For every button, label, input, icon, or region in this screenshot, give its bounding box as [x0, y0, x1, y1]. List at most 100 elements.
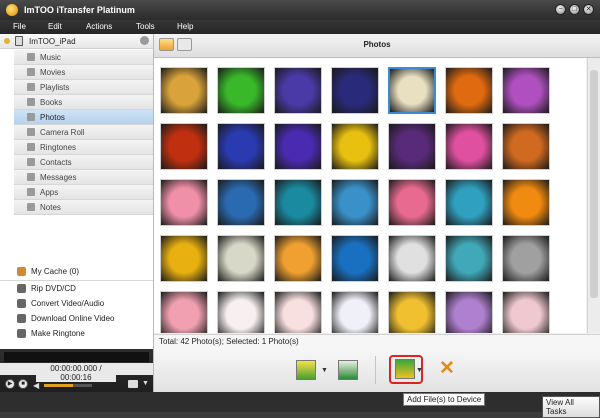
- chevron-down-icon[interactable]: ▼: [142, 380, 149, 387]
- sidebar-item-messages[interactable]: Messages: [14, 170, 153, 185]
- photo-thumbnail[interactable]: [331, 123, 379, 170]
- device-row[interactable]: ImTOO_iPad: [0, 34, 153, 49]
- menu-bar: File Edit Actions Tools Help: [0, 20, 600, 34]
- sidebar-item-label: Camera Roll: [40, 128, 85, 137]
- tool-download[interactable]: Download Online Video: [0, 311, 153, 325]
- photo-thumbnail[interactable]: [331, 235, 379, 282]
- media-player: 00:00:00.000 / 00:00:16 ▶ ■ ◀ ▼: [0, 349, 153, 392]
- play-button[interactable]: ▶: [5, 379, 15, 389]
- photo-thumbnail[interactable]: [274, 179, 322, 226]
- tool-label: Convert Video/Audio: [31, 299, 105, 308]
- chevron-down-icon[interactable]: ▼: [321, 367, 328, 374]
- photo-thumbnail[interactable]: [160, 235, 208, 282]
- sidebar-item-label: Books: [40, 98, 63, 107]
- photo-icon: [27, 113, 35, 121]
- photo-thumbnail[interactable]: [160, 291, 208, 333]
- photo-thumbnail[interactable]: [217, 67, 265, 114]
- tool-convert[interactable]: Convert Video/Audio: [0, 296, 153, 310]
- tool-label: Download Online Video: [31, 314, 115, 323]
- action-toolbar: ▼ ▼ ✕: [154, 348, 600, 392]
- sidebar-item-music[interactable]: Music: [14, 50, 153, 65]
- movie-icon: [27, 68, 35, 76]
- cache-label: My Cache (0): [31, 267, 80, 276]
- photo-thumbnail[interactable]: [445, 291, 493, 333]
- photo-thumbnail[interactable]: [274, 67, 322, 114]
- contacts-icon: [27, 158, 35, 166]
- photo-thumbnail[interactable]: [502, 179, 550, 226]
- photo-thumbnail[interactable]: [274, 123, 322, 170]
- export-to-itunes-button[interactable]: [338, 360, 358, 380]
- tool-ringtone[interactable]: Make Ringtone: [0, 326, 153, 340]
- my-cache[interactable]: My Cache (0): [0, 264, 153, 278]
- sidebar-item-ringtones[interactable]: Ringtones: [14, 140, 153, 155]
- photo-thumbnail[interactable]: [217, 235, 265, 282]
- chevron-down-icon[interactable]: ▼: [416, 367, 423, 374]
- notes-icon: [27, 203, 35, 211]
- volume-slider[interactable]: [44, 384, 92, 387]
- photo-thumbnail[interactable]: [274, 291, 322, 333]
- sidebar-item-camera-roll[interactable]: Camera Roll: [14, 125, 153, 140]
- disc-icon: [17, 284, 26, 293]
- sidebar-item-books[interactable]: Books: [14, 95, 153, 110]
- view-all-tasks-button[interactable]: View All Tasks: [542, 396, 600, 418]
- bottom-bar: [0, 392, 600, 412]
- photo-thumbnail[interactable]: [445, 179, 493, 226]
- photo-thumbnail[interactable]: [388, 235, 436, 282]
- camera-icon: [27, 128, 35, 136]
- title-bar: ImTOO iTransfer Platinum − □ ✕: [0, 0, 600, 20]
- expand-device-icon[interactable]: [4, 38, 10, 44]
- scrollbar-thumb[interactable]: [590, 70, 598, 298]
- maximize-button[interactable]: □: [569, 4, 580, 15]
- photo-thumbnail[interactable]: [160, 179, 208, 226]
- photo-thumbnail[interactable]: [445, 123, 493, 170]
- photo-thumbnail[interactable]: [388, 67, 436, 114]
- menu-actions[interactable]: Actions: [86, 22, 112, 31]
- app-logo-icon: [6, 4, 18, 16]
- photo-thumbnail[interactable]: [274, 235, 322, 282]
- menu-edit[interactable]: Edit: [48, 22, 62, 31]
- photo-thumbnail[interactable]: [217, 123, 265, 170]
- delete-button[interactable]: ✕: [439, 358, 459, 380]
- stop-button[interactable]: ■: [18, 379, 28, 389]
- photo-thumbnail[interactable]: [502, 291, 550, 333]
- photo-thumbnail[interactable]: [502, 123, 550, 170]
- photo-thumbnail[interactable]: [217, 179, 265, 226]
- photo-thumbnail[interactable]: [217, 291, 265, 333]
- sidebar-item-playlists[interactable]: Playlists: [14, 80, 153, 95]
- page-title: Photos: [363, 40, 391, 49]
- photo-thumbnail[interactable]: [331, 67, 379, 114]
- photo-grid: [154, 58, 586, 333]
- sidebar-item-label: Movies: [40, 68, 66, 77]
- photo-thumbnail[interactable]: [445, 67, 493, 114]
- photo-thumbnail[interactable]: [388, 179, 436, 226]
- menu-file[interactable]: File: [13, 22, 26, 31]
- export-to-pc-button[interactable]: [296, 360, 316, 380]
- photo-thumbnail[interactable]: [331, 179, 379, 226]
- eject-icon[interactable]: [140, 36, 149, 45]
- player-screen: [4, 352, 149, 362]
- sidebar-item-contacts[interactable]: Contacts: [14, 155, 153, 170]
- sidebar-item-movies[interactable]: Movies: [14, 65, 153, 80]
- photo-thumbnail[interactable]: [502, 235, 550, 282]
- photo-thumbnail[interactable]: [388, 123, 436, 170]
- close-button[interactable]: ✕: [583, 4, 594, 15]
- sidebar-item-notes[interactable]: Notes: [14, 200, 153, 215]
- photo-thumbnail[interactable]: [331, 291, 379, 333]
- sidebar-item-apps[interactable]: Apps: [14, 185, 153, 200]
- vertical-scrollbar[interactable]: [587, 58, 600, 333]
- sidebar: ImTOO_iPad Music Movies Playlists Books Phot…: [0, 34, 154, 392]
- volume-icon: ◀: [33, 381, 40, 390]
- photo-thumbnail[interactable]: [388, 291, 436, 333]
- photo-thumbnail[interactable]: [160, 123, 208, 170]
- add-files-button[interactable]: [395, 359, 415, 379]
- sidebar-item-photos[interactable]: Photos: [14, 110, 153, 125]
- sidebar-item-label: Ringtones: [40, 143, 77, 152]
- photo-thumbnail[interactable]: [160, 67, 208, 114]
- photo-thumbnail[interactable]: [445, 235, 493, 282]
- snapshot-camera-icon[interactable]: [128, 380, 138, 388]
- menu-help[interactable]: Help: [177, 22, 193, 31]
- minimize-button[interactable]: −: [555, 4, 566, 15]
- menu-tools[interactable]: Tools: [136, 22, 155, 31]
- photo-thumbnail[interactable]: [502, 67, 550, 114]
- tool-rip-dvd[interactable]: Rip DVD/CD: [0, 281, 153, 295]
